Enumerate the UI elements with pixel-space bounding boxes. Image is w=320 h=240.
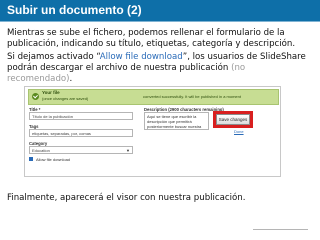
description-textarea[interactable]: Aquí se tiene que escribir la descripció… bbox=[144, 112, 209, 130]
category-select[interactable]: Education ▼ bbox=[29, 146, 133, 154]
paragraph-final: Finalmente, aparecerá el visor con nuest… bbox=[7, 193, 246, 203]
allow-download-checkbox[interactable] bbox=[29, 157, 33, 161]
slide-title: Subir un documento (2) bbox=[7, 3, 142, 17]
upload-form-screenshot: Your file (once changes are saved) conve… bbox=[24, 86, 281, 177]
paragraph-text: . bbox=[69, 74, 73, 84]
conversion-notice: Your file (once changes are saved) conve… bbox=[28, 89, 279, 105]
allow-download-label: Allow file download bbox=[36, 157, 71, 162]
paragraph-form-info: Mientras se sube el fichero, podemos rel… bbox=[7, 28, 296, 49]
notice-title: Your file bbox=[42, 90, 60, 95]
notice-message: converted successfully. It will be publi… bbox=[143, 94, 241, 99]
title-input[interactable]: Título de la publicación bbox=[29, 112, 133, 120]
chevron-down-icon: ▼ bbox=[126, 148, 130, 153]
notice-subtitle: (once changes are saved) bbox=[42, 96, 89, 101]
done-link[interactable]: Done bbox=[234, 129, 244, 134]
paragraph-allow-download: Si dejamos activado “Allow file download… bbox=[7, 52, 313, 85]
tags-input[interactable]: etiquetas, separadas, por, comas bbox=[29, 129, 133, 137]
footer-divider bbox=[253, 229, 308, 230]
check-circle-icon bbox=[32, 93, 39, 100]
allow-download-reference: Allow file download bbox=[99, 52, 183, 62]
save-changes-button[interactable]: Save changes bbox=[216, 114, 250, 125]
paragraph-text: Si dejamos activado “ bbox=[7, 52, 100, 62]
slide-title-bar: Subir un documento (2) bbox=[0, 0, 320, 22]
category-value: Education bbox=[32, 148, 50, 153]
